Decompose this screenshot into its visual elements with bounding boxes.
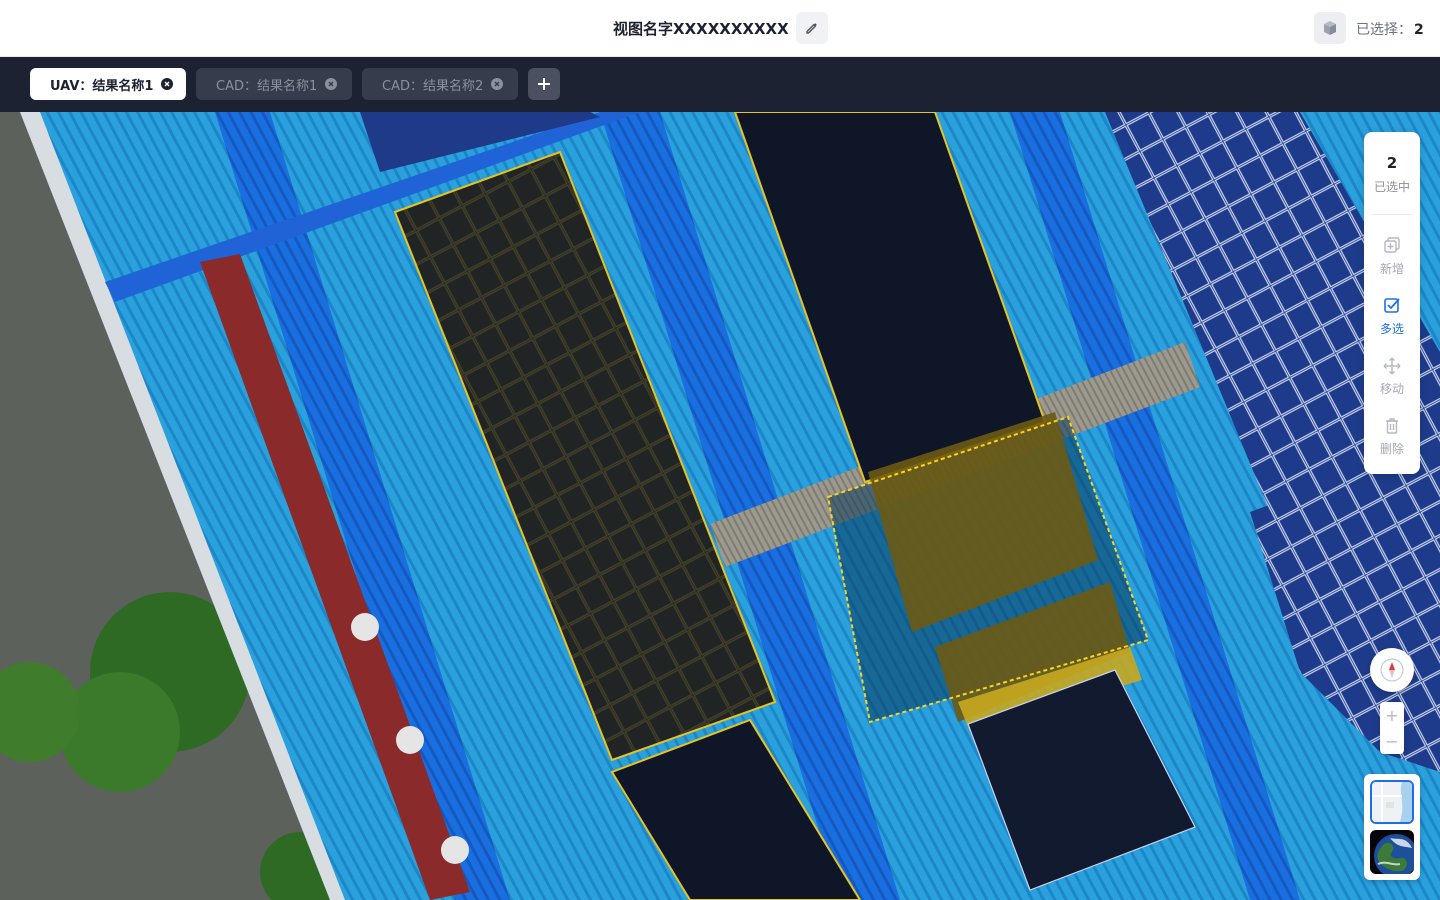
- map-thumbnail-icon: [1372, 782, 1412, 822]
- toolbar-selected-label: 已选中: [1373, 180, 1410, 194]
- toolbar-selected-count: 2: [1386, 154, 1398, 172]
- cube-view-button[interactable]: [1314, 12, 1346, 44]
- selected-label: 已选择：: [1356, 22, 1412, 38]
- view-title: 视图名字XXXXXXXXXX: [613, 19, 789, 38]
- add-layer-icon: [1384, 237, 1400, 253]
- close-icon[interactable]: [491, 78, 504, 90]
- trash-icon: [1386, 418, 1398, 434]
- add-tool-label: 新增: [1379, 262, 1404, 276]
- tab-cad-result-2[interactable]: CAD：结果名称2: [362, 68, 518, 100]
- view-title-wrap: 视图名字XXXXXXXXXX: [613, 12, 789, 44]
- tab-label: UAV：结果名称1: [50, 78, 154, 94]
- basemap-switcher: [1364, 774, 1420, 880]
- aerial-image: [0, 112, 1440, 900]
- edit-title-button[interactable]: [796, 12, 828, 44]
- delete-tool-button[interactable]: 删除: [1364, 416, 1420, 472]
- tab-label: CAD：结果名称1: [216, 78, 318, 94]
- add-tool-button[interactable]: 新增: [1364, 236, 1420, 292]
- close-icon[interactable]: [325, 78, 338, 90]
- multi-select-icon: [1384, 298, 1400, 313]
- compass-icon: [1380, 658, 1404, 682]
- basemap-satellite-option[interactable]: [1370, 830, 1414, 874]
- basemap-map-option[interactable]: [1370, 780, 1414, 824]
- move-icon: [1383, 357, 1401, 375]
- move-tool-label: 移动: [1379, 382, 1404, 396]
- globe-icon: [1370, 830, 1414, 874]
- cube-icon: [1324, 21, 1336, 35]
- multi-select-tool-label: 多选: [1379, 322, 1404, 336]
- result-tab-bar: UAV：结果名称1 CAD：结果名称1 CAD：结果名称2: [0, 57, 1440, 112]
- tab-label: CAD：结果名称2: [382, 78, 484, 94]
- pencil-icon: [806, 23, 817, 34]
- divider: [1372, 214, 1412, 215]
- close-icon[interactable]: [161, 78, 174, 90]
- compass-button[interactable]: [1370, 648, 1414, 692]
- selected-count-display: 已选择： 2: [1356, 19, 1424, 39]
- zoom-control: + −: [1380, 702, 1404, 754]
- zoom-out-button[interactable]: −: [1380, 728, 1404, 754]
- zoom-in-button[interactable]: +: [1380, 702, 1404, 728]
- plus-icon: [538, 78, 550, 90]
- tab-cad-result-1[interactable]: CAD：结果名称1: [196, 68, 352, 100]
- add-tab-button[interactable]: [528, 68, 560, 100]
- tab-uav-result-1[interactable]: UAV：结果名称1: [30, 68, 186, 100]
- selected-count: 2: [1414, 22, 1424, 38]
- multi-select-tool-button[interactable]: 多选: [1364, 296, 1420, 352]
- map-canvas[interactable]: [0, 112, 1440, 900]
- delete-tool-label: 删除: [1379, 442, 1404, 456]
- move-tool-button[interactable]: 移动: [1364, 356, 1420, 412]
- top-header: 视图名字XXXXXXXXXX 已选择： 2: [0, 0, 1440, 57]
- edit-toolbar: 2 已选中 新增 多选 移动 删除: [1364, 132, 1420, 474]
